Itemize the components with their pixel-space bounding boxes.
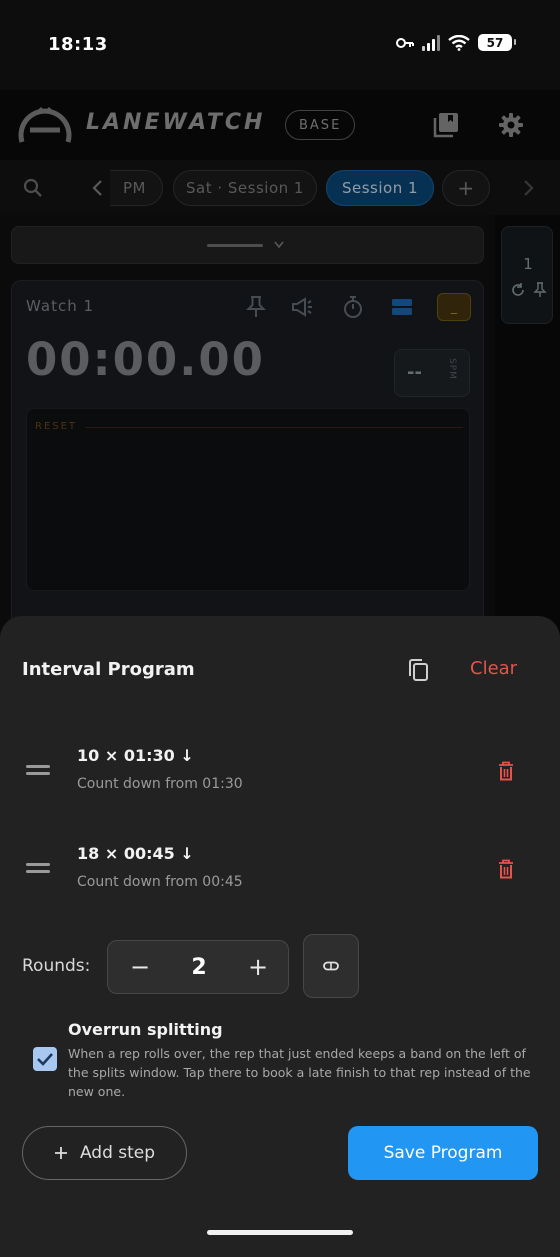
home-indicator bbox=[207, 1230, 353, 1235]
plan-badge[interactable]: BASE bbox=[285, 110, 356, 140]
side-card-number: 1 bbox=[523, 255, 533, 273]
reset-label: RESET bbox=[35, 421, 78, 432]
step-subtitle: Count down from 00:45 bbox=[77, 874, 243, 890]
stopwatch-icon[interactable] bbox=[341, 295, 365, 319]
status-time: 18:13 bbox=[48, 34, 108, 55]
add-step-button[interactable]: Add step bbox=[22, 1126, 187, 1180]
clear-button[interactable]: Clear bbox=[470, 658, 517, 679]
watch-time-display: 00:00.00 bbox=[26, 333, 265, 386]
rounds-label: Rounds: bbox=[22, 956, 91, 976]
status-icons: 57 bbox=[396, 34, 516, 51]
overrun-title: Overrun splitting bbox=[68, 1020, 223, 1039]
infinite-rounds-button[interactable] bbox=[303, 934, 359, 998]
watch-card[interactable]: Watch 1 _ 00:00.00 -- SPM RESET bbox=[11, 280, 484, 640]
delete-step-button[interactable] bbox=[494, 856, 518, 882]
infinity-icon bbox=[323, 961, 339, 971]
copy-button[interactable] bbox=[402, 654, 434, 686]
step-title: 18 × 00:45 ↓ bbox=[77, 844, 194, 863]
search-icon[interactable] bbox=[23, 178, 43, 198]
tab-pm[interactable]: PM bbox=[110, 170, 163, 206]
logo-icon bbox=[18, 106, 72, 143]
add-tab-button[interactable]: + bbox=[442, 170, 490, 206]
plus-icon bbox=[54, 1147, 67, 1159]
rounds-stepper: − 2 + bbox=[107, 940, 289, 994]
key-icon bbox=[396, 37, 414, 48]
spm-label: SPM bbox=[446, 358, 457, 380]
tab-sat-session-1[interactable]: Sat · Session 1 bbox=[173, 170, 317, 206]
rounds-increment-button[interactable]: + bbox=[228, 941, 288, 993]
rounds-decrement-button[interactable]: − bbox=[110, 941, 170, 993]
library-icon[interactable] bbox=[433, 112, 459, 138]
drag-grip bbox=[207, 244, 263, 247]
checkmark-icon bbox=[37, 1053, 53, 1066]
layout-icon[interactable] bbox=[390, 295, 414, 319]
status-bar: 18:13 57 bbox=[0, 0, 560, 90]
copy-icon bbox=[409, 659, 428, 681]
trash-icon bbox=[499, 761, 513, 781]
session-tabs-bar: PM Sat · Session 1 Session 1 + bbox=[0, 160, 560, 215]
program-step-row[interactable]: 10 × 01:30 ↓ Count down from 01:30 bbox=[0, 736, 560, 806]
drag-handle-icon[interactable] bbox=[26, 863, 50, 875]
drag-handle-icon[interactable] bbox=[26, 765, 50, 777]
battery-indicator: 57 bbox=[478, 34, 516, 51]
chevron-left-icon[interactable] bbox=[90, 179, 106, 197]
splits-panel[interactable]: RESET bbox=[26, 408, 470, 591]
rounds-value: 2 bbox=[191, 954, 207, 980]
reset-divider bbox=[85, 427, 463, 428]
chevron-down-icon bbox=[274, 241, 284, 249]
sheet-title: Interval Program bbox=[22, 659, 195, 680]
refresh-icon[interactable] bbox=[510, 282, 526, 298]
trash-icon bbox=[499, 859, 513, 879]
step-title: 10 × 01:30 ↓ bbox=[77, 746, 194, 765]
wifi-icon bbox=[448, 34, 470, 51]
collapse-bar[interactable] bbox=[11, 226, 484, 264]
app-bar: LANEWATCH BASE bbox=[0, 90, 560, 160]
settings-gear-icon[interactable] bbox=[498, 112, 524, 138]
overrun-description: When a rep rolls over, the rep that just… bbox=[68, 1046, 531, 1099]
spm-value: -- bbox=[407, 362, 422, 383]
delete-step-button[interactable] bbox=[494, 758, 518, 784]
pin-icon[interactable] bbox=[533, 282, 547, 298]
pin-icon[interactable] bbox=[244, 295, 268, 319]
tool-badge[interactable]: _ bbox=[437, 293, 471, 321]
chevron-right-icon[interactable] bbox=[520, 179, 536, 197]
step-subtitle: Count down from 01:30 bbox=[77, 776, 243, 792]
spm-box: -- SPM bbox=[394, 349, 470, 397]
side-watch-card[interactable]: 1 bbox=[501, 226, 553, 324]
program-step-row[interactable]: 18 × 00:45 ↓ Count down from 00:45 bbox=[0, 834, 560, 904]
announce-icon[interactable] bbox=[290, 295, 314, 319]
cellular-signal-icon bbox=[422, 34, 440, 51]
add-step-label: Add step bbox=[79, 1143, 156, 1163]
app-logo-text: LANEWATCH bbox=[86, 110, 266, 135]
watch-title: Watch 1 bbox=[26, 297, 95, 315]
save-program-button[interactable]: Save Program bbox=[348, 1126, 538, 1180]
overrun-splitting-checkbox[interactable] bbox=[33, 1047, 57, 1071]
tab-session-1[interactable]: Session 1 bbox=[326, 170, 434, 206]
